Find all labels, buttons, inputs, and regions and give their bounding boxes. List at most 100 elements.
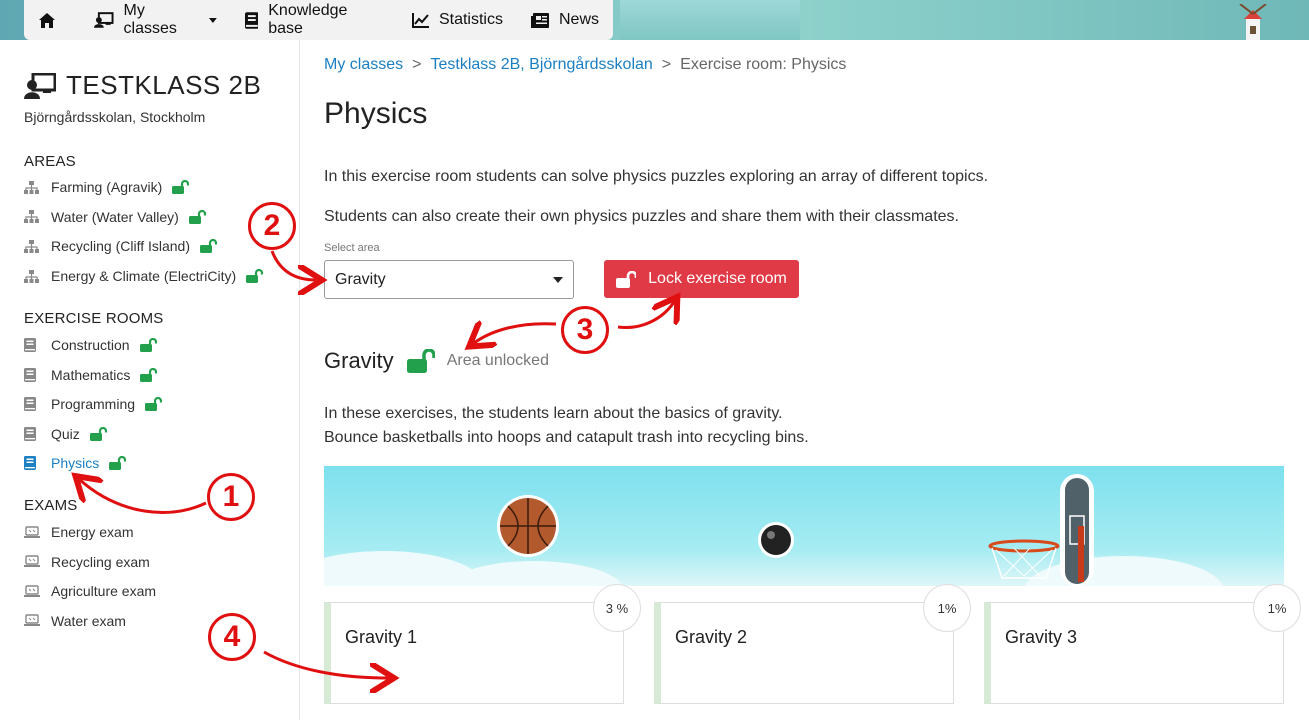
sidebar-exam-icon-wrap [24,555,40,568]
newspaper-icon [530,12,549,28]
top-banner: My classes Knowledge base Statistics New… [0,0,1309,40]
sidebar-room-icon-wrap [24,426,40,441]
sidebar-area-recycling[interactable]: Recycling (Cliff Island) [24,238,218,255]
sidebar-exam-icon-wrap [24,584,40,598]
breadcrumb-my-classes[interactable]: My classes [324,56,403,74]
annotation-marker-3: 3 [561,306,609,354]
nav-news[interactable]: News [517,0,613,40]
breadcrumb-separator: > [661,56,672,73]
nav-statistics-label: Statistics [438,11,503,28]
area-select-value: Gravity [335,270,386,288]
sidebar-room-label: Mathematics [51,366,131,383]
lock-open-icon [109,456,127,470]
sitemap-icon [24,180,39,194]
book-icon [24,426,36,441]
intro-text-1: In this exercise room students can solve… [324,168,989,185]
nav-statistics[interactable]: Statistics [398,0,517,40]
select-area-label: Select area [324,242,380,254]
sidebar-room-physics[interactable]: Physics [24,455,127,471]
nav-my-classes[interactable]: My classes [80,0,231,40]
breadcrumb-separator: > [412,56,422,73]
sidebar-exam-label: Agriculture exam [51,583,157,599]
gravity-banner-image [324,466,1284,586]
sidebar-exam-label: Water exam [51,612,126,629]
sidebar-room-programming[interactable]: Programming [24,396,163,412]
chart-line-icon [411,12,429,28]
sidebar-room-construction[interactable]: Construction [24,337,157,353]
sidebar-area-icon-wrap [24,239,40,253]
lock-exercise-room-button[interactable]: Lock exercise room [604,260,799,298]
sidebar-area-icon-wrap [24,269,40,283]
exercise-card-2[interactable]: Gravity 2 [654,602,954,704]
sidebar-room-label: Quiz [51,425,80,442]
completion-badge: 1% [1253,584,1301,632]
exam-laptop-icon [24,614,40,626]
exercise-card-1[interactable]: Gravity 1 [324,602,624,704]
caret-down-icon [208,17,217,23]
book-icon [24,367,36,382]
sidebar-room-mathematics[interactable]: Mathematics [24,366,158,383]
lock-open-icon [139,338,157,352]
sitemap-icon [24,210,39,224]
nav-knowledge-base[interactable]: Knowledge base [231,0,398,40]
exam-laptop-icon [24,555,40,567]
lock-open-icon [89,426,107,441]
breadcrumb-current: Exercise room: Physics [680,56,847,73]
sidebar-area-label: Recycling (Cliff Island) [51,238,191,255]
classroom-icon [94,12,114,28]
area-description-1: In these exercises, the students learn a… [324,405,783,422]
school-name: Björngårdsskolan, Stockholm [24,109,206,125]
sidebar-area-water[interactable]: Water (Water Valley) [24,209,206,225]
breadcrumb-class[interactable]: Testklass 2B, Björngårdsskolan [430,56,652,74]
areas-heading: AREAS [24,153,76,170]
sidebar-exam-energy[interactable]: Energy exam [24,524,133,540]
exercise-card-title: Gravity 1 [345,627,418,647]
sidebar-room-icon-wrap [24,367,40,382]
exercise-card-title: Gravity 3 [1005,627,1078,647]
sidebar-exam-water[interactable]: Water exam [24,613,126,629]
sidebar-room-quiz[interactable]: Quiz [24,426,107,442]
area-title: Gravity [324,348,394,373]
sidebar-area-energy[interactable]: Energy & Climate (ElectriCity) [24,268,264,284]
sidebar-exam-agriculture[interactable]: Agriculture exam [24,583,156,599]
sitemap-icon [24,269,39,283]
sidebar-exam-label: Recycling exam [51,553,150,570]
intro-text-2: Students can also create their own physi… [324,208,959,225]
gravity-scene [497,474,1094,586]
sidebar-room-label: Construction [51,337,130,353]
sidebar-exam-recycling[interactable]: Recycling exam [24,554,150,570]
lock-open-icon [172,180,190,194]
exercise-card-3[interactable]: Gravity 3 [984,602,1284,704]
sidebar-area-label: Water (Water Valley) [51,208,179,225]
book-icon [244,11,259,29]
area-status: Area unlocked [446,352,549,369]
sidebar-room-label: Programming [51,396,136,412]
sidebar-area-icon-wrap [24,180,40,194]
lock-open-icon [140,367,158,382]
sidebar-exam-label: Energy exam [51,524,134,540]
sidebar-room-label: Physics [51,455,100,471]
area-header: Gravity Area unlocked [324,348,549,374]
area-select[interactable]: Gravity [324,260,574,299]
sitemap-icon [24,239,39,253]
annotation-marker-4: 4 [208,613,256,661]
nav-my-classes-label: My classes [123,2,177,37]
home-icon [39,12,55,28]
sidebar-area-icon-wrap [24,210,40,224]
sidebar-area-label: Farming (Agravik) [51,179,163,195]
nav-news-label: News [558,11,599,28]
class-title: TESTKLASS 2B [24,70,261,101]
caret-down-icon [553,276,563,283]
sidebar-room-icon-wrap [24,338,40,352]
sidebar: TESTKLASS 2B Björngårdsskolan, Stockholm… [0,40,300,720]
book-icon [24,456,36,470]
completion-badge: 1% [923,584,971,632]
nav-knowledge-base-label: Knowledge base [268,2,348,37]
exam-laptop-icon [24,525,40,538]
nav-home[interactable] [24,0,80,40]
rooms-heading: EXERCISE ROOMS [24,310,164,327]
sidebar-exam-icon-wrap [24,614,40,627]
sidebar-area-farming[interactable]: Farming (Agravik) [24,179,190,195]
sidebar-room-icon-wrap [24,456,40,470]
lock-open-icon [188,209,206,224]
